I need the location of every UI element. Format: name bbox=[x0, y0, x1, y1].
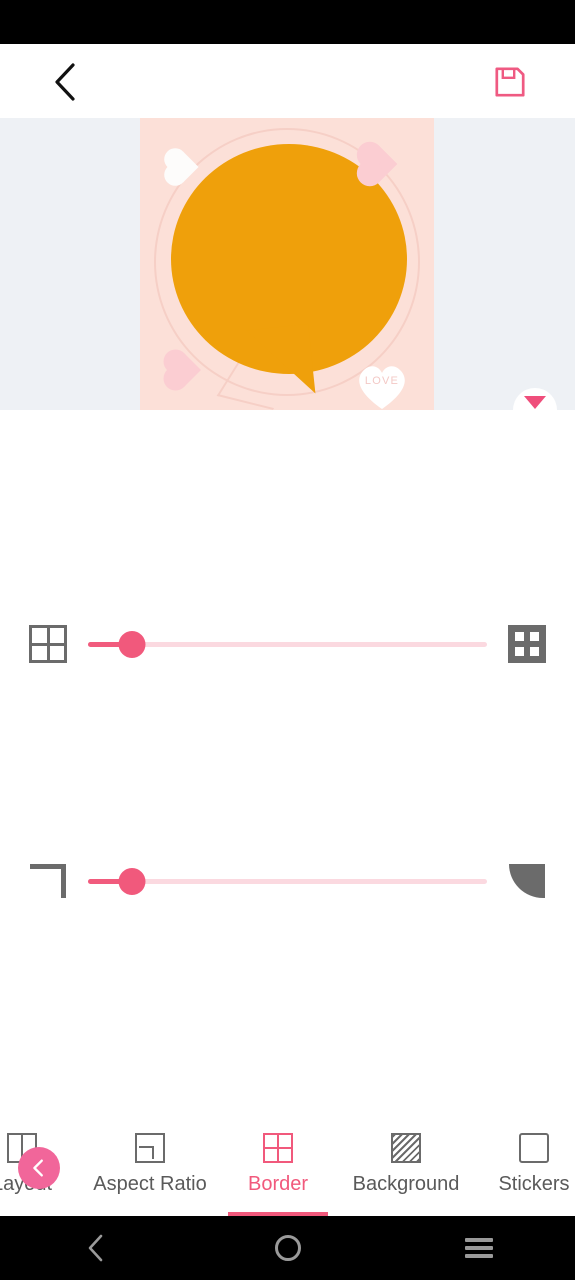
caret-down-icon bbox=[524, 396, 546, 409]
heart-pink-top-right-icon bbox=[360, 145, 398, 183]
heart-love-sticker: LOVE bbox=[353, 358, 411, 410]
nav-menu-icon bbox=[465, 1238, 494, 1258]
border-width-row bbox=[0, 614, 575, 674]
toolbar-back-button[interactable] bbox=[18, 1147, 60, 1189]
toolbar-item-label: Stickers bbox=[498, 1173, 570, 1195]
corner-rounded-icon[interactable] bbox=[505, 859, 549, 903]
save-button[interactable] bbox=[489, 61, 531, 103]
controls-panel bbox=[0, 410, 575, 1120]
toolbar-item-aspect-ratio[interactable]: Aspect Ratio bbox=[86, 1120, 214, 1216]
sticker-icon bbox=[517, 1131, 551, 1165]
slider-track bbox=[88, 642, 487, 647]
nav-home-icon bbox=[274, 1235, 301, 1261]
app-top-bar bbox=[0, 44, 575, 118]
slider-track bbox=[88, 879, 487, 884]
border-grid-icon bbox=[261, 1131, 295, 1165]
toolbar-item-background[interactable]: Background bbox=[342, 1120, 470, 1216]
toolbar-item-label: Aspect Ratio bbox=[93, 1173, 207, 1195]
grid-thin-icon[interactable] bbox=[26, 622, 70, 666]
nav-recents-button[interactable] bbox=[383, 1216, 575, 1280]
chevron-left-circle-icon bbox=[33, 1159, 43, 1177]
background-hatch-icon bbox=[389, 1131, 423, 1165]
corner-sharp-icon[interactable] bbox=[26, 859, 70, 903]
editor-toolbar: Layout Aspect Ratio Border Backgrou bbox=[0, 1120, 575, 1216]
canvas-preview-area[interactable]: LOVE bbox=[0, 118, 575, 410]
collapse-preview-button[interactable] bbox=[513, 388, 557, 410]
status-bar bbox=[0, 0, 575, 44]
toolbar-scroll-strip[interactable]: Layout Aspect Ratio Border Backgrou bbox=[0, 1120, 575, 1216]
grid-thick-icon[interactable] bbox=[505, 622, 549, 666]
corner-radius-slider[interactable] bbox=[88, 859, 487, 903]
nav-back-button[interactable] bbox=[0, 1216, 192, 1280]
speech-bubble-tail bbox=[226, 323, 316, 403]
save-floppy-icon bbox=[495, 67, 525, 97]
aspect-ratio-icon bbox=[133, 1131, 167, 1165]
artboard[interactable]: LOVE bbox=[140, 118, 434, 410]
toolbar-item-border[interactable]: Border bbox=[214, 1120, 342, 1216]
phone-screen: LOVE Aspect Ratio Border Background Stic… bbox=[0, 0, 575, 1280]
slider-thumb[interactable] bbox=[118, 868, 146, 895]
android-nav-bar bbox=[0, 1216, 575, 1280]
nav-back-icon bbox=[88, 1234, 103, 1262]
corner-radius-row bbox=[0, 851, 575, 911]
nav-home-button[interactable] bbox=[192, 1216, 384, 1280]
slider-thumb[interactable] bbox=[118, 631, 146, 658]
toolbar-item-label: Border bbox=[247, 1173, 309, 1195]
chevron-left-icon bbox=[55, 63, 75, 101]
toolbar-item-label: Background bbox=[352, 1173, 460, 1195]
back-button[interactable] bbox=[44, 61, 86, 103]
toolbar-item-stickers[interactable]: Stickers bbox=[470, 1120, 575, 1216]
love-sticker-label: LOVE bbox=[364, 375, 400, 387]
border-width-slider[interactable] bbox=[88, 622, 487, 666]
